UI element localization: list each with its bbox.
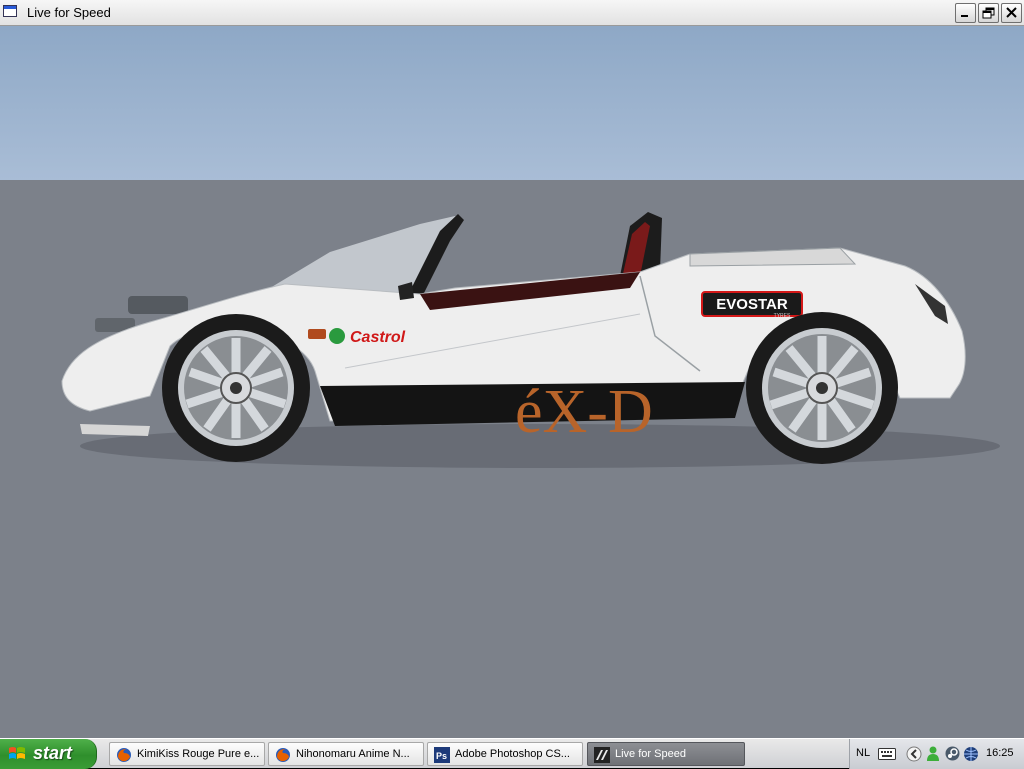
network-globe-icon[interactable]	[963, 746, 979, 762]
clock[interactable]: 16:25	[986, 747, 1014, 759]
task-label: Nihonomaru Anime N...	[296, 748, 410, 760]
task-button-photoshop[interactable]: Ps Adobe Photoshop CS...	[427, 742, 583, 766]
rear-wheel	[162, 314, 310, 462]
photoshop-icon: Ps	[434, 747, 450, 763]
language-indicator[interactable]: NL	[856, 747, 870, 759]
game-viewport[interactable]: Castrol EVOSTAR TYRES éX-D	[0, 26, 1024, 738]
close-button[interactable]	[1001, 3, 1022, 23]
task-label: KimiKiss Rouge Pure e...	[137, 748, 260, 760]
game-window: Live for Speed Castrol EVOSTAR TYRES éX-…	[0, 0, 1024, 738]
lfs-icon	[594, 747, 610, 763]
system-tray: NL 16:25	[849, 739, 1024, 769]
window-title: Live for Speed	[27, 5, 111, 20]
start-button[interactable]: start	[0, 739, 97, 769]
evostar-decal: EVOSTAR	[716, 296, 788, 313]
livery-text: éX-D	[515, 378, 653, 446]
rear-intake	[128, 296, 188, 314]
front-splitter	[80, 424, 150, 436]
restore-button[interactable]	[978, 3, 999, 23]
castrol-decal: Castrol	[350, 329, 406, 346]
roadster-car: Castrol EVOSTAR TYRES éX-D	[61, 212, 1000, 468]
minimize-button[interactable]	[955, 3, 976, 23]
show-hidden-icons-chevron-icon[interactable]	[906, 746, 922, 762]
task-button-nihonomaru[interactable]: Nihonomaru Anime N...	[268, 742, 424, 766]
front-wheel	[746, 312, 898, 464]
castrol-logo-mark	[308, 329, 326, 339]
firefox-icon	[276, 748, 290, 762]
task-button-live-for-speed[interactable]: Live for Speed	[587, 742, 745, 766]
messenger-icon[interactable]	[926, 746, 940, 762]
restore-icon	[982, 7, 995, 19]
firefox-icon	[117, 748, 131, 762]
task-button-kimikiss[interactable]: KimiKiss Rouge Pure e...	[109, 742, 265, 766]
title-bar[interactable]: Live for Speed	[0, 0, 1024, 26]
rear-deck	[689, 247, 857, 267]
castrol-logo-circle	[329, 328, 345, 344]
windows-logo-icon	[9, 747, 25, 759]
minimize-icon	[961, 15, 968, 17]
task-label: Live for Speed	[615, 748, 686, 760]
close-icon	[1006, 7, 1017, 18]
evostar-decal-sub: TYRES	[774, 313, 791, 319]
taskbar: start KimiKiss Rouge Pure e... Nihonomar…	[0, 738, 1024, 769]
window-app-icon[interactable]	[3, 5, 17, 17]
steam-icon[interactable]	[945, 746, 960, 761]
svg-text:Ps: Ps	[436, 751, 447, 761]
start-label: start	[33, 743, 73, 763]
keyboard-icon[interactable]	[878, 748, 896, 760]
task-label: Adobe Photoshop CS...	[455, 748, 570, 760]
